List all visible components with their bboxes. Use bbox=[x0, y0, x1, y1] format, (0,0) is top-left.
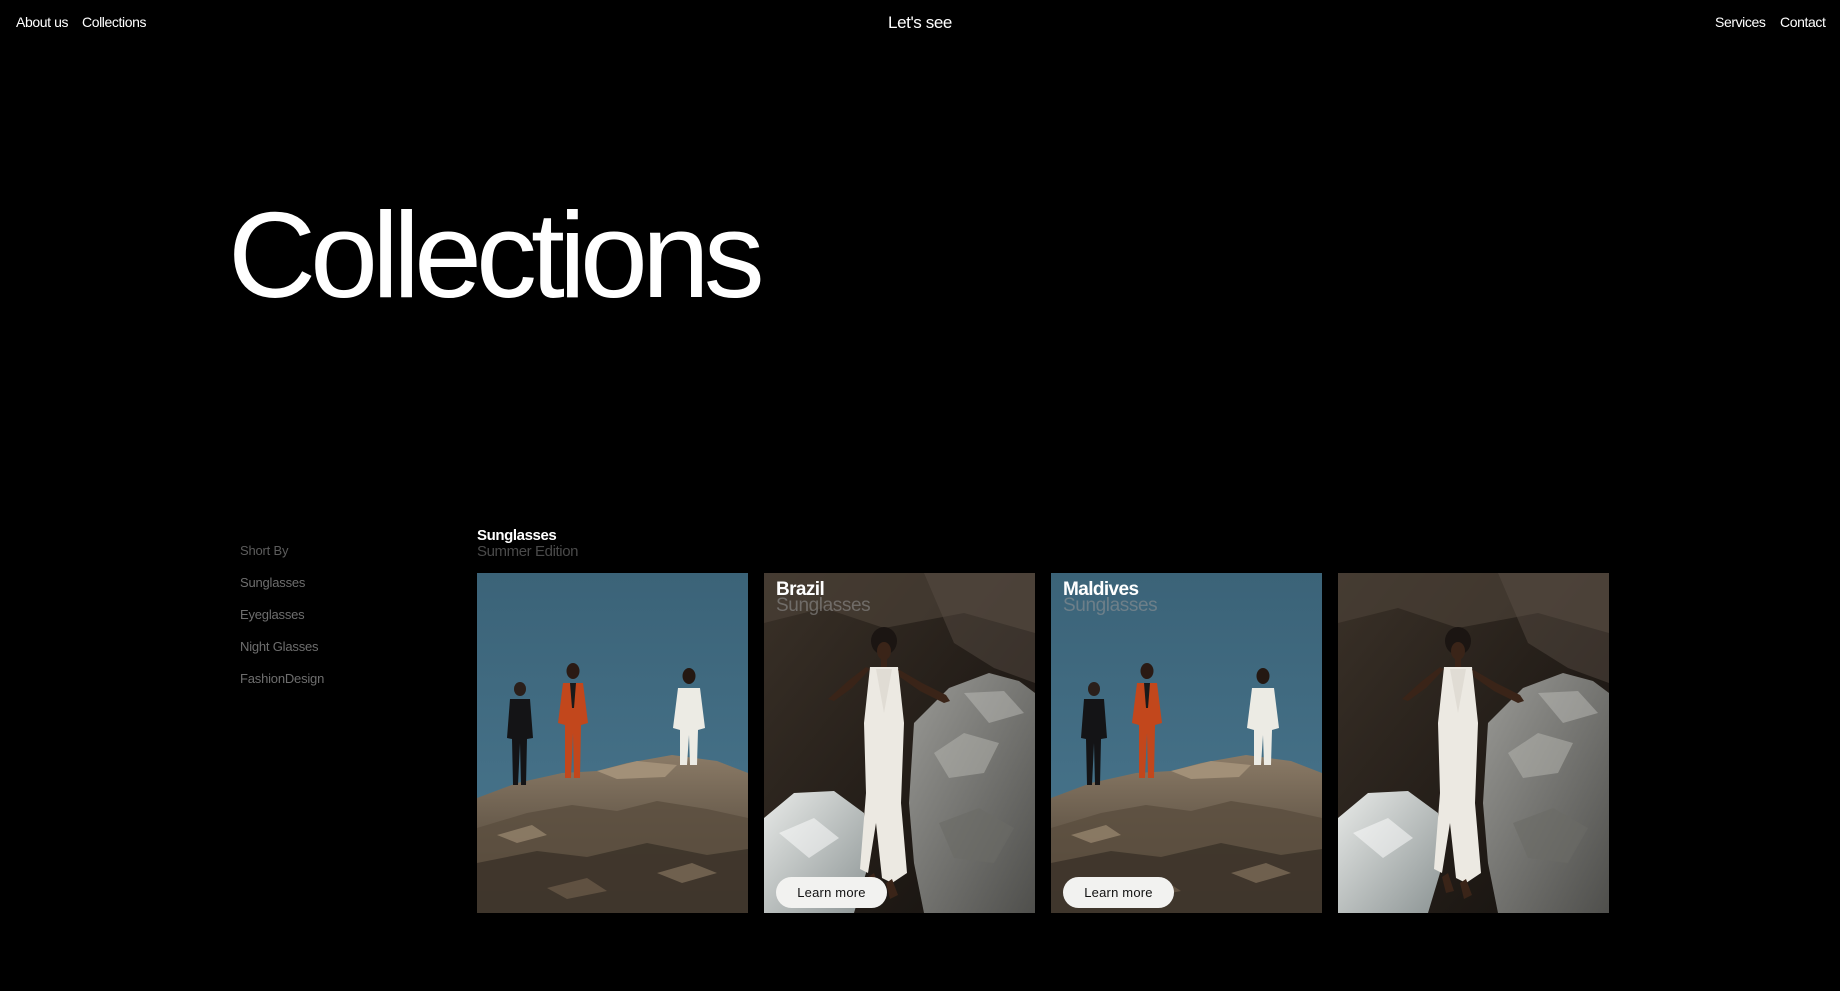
collection-cards: Brazil Sunglasses Learn more Maldives Su… bbox=[477, 573, 1611, 913]
collection-card-brazil[interactable]: Brazil Sunglasses Learn more bbox=[764, 573, 1035, 913]
card-subtitle: Sunglasses bbox=[776, 595, 871, 616]
card-subtitle: Sunglasses bbox=[1063, 595, 1158, 616]
collection-card-maldives[interactable]: Maldives Sunglasses Learn more bbox=[1051, 573, 1322, 913]
collection-card[interactable] bbox=[477, 573, 748, 913]
sort-by-heading: Short By bbox=[240, 543, 289, 558]
brand-logo[interactable]: Let's see bbox=[888, 13, 952, 32]
nav-link-collections[interactable]: Collections bbox=[82, 14, 146, 30]
sidebar-item-sunglasses[interactable]: Sunglasses bbox=[240, 573, 440, 605]
card-photo bbox=[1051, 573, 1322, 913]
page-title: Collections bbox=[228, 187, 765, 323]
nav-link-about[interactable]: About us bbox=[16, 14, 68, 30]
sidebar-item-night-glasses[interactable]: Night Glasses bbox=[240, 637, 440, 669]
sort-sidebar: Short By Sunglasses Eyeglasses Night Gla… bbox=[240, 541, 440, 701]
sidebar-item-fashiondesign[interactable]: FashionDesign bbox=[240, 669, 440, 701]
card-photo bbox=[1338, 573, 1609, 913]
section-subtitle: Summer Edition bbox=[477, 543, 579, 560]
collection-card[interactable] bbox=[1338, 573, 1609, 913]
learn-more-button[interactable]: Learn more bbox=[1063, 877, 1174, 908]
sidebar-item-eyeglasses[interactable]: Eyeglasses bbox=[240, 605, 440, 637]
brand-logo-wrapper: Let's see bbox=[0, 13, 1840, 33]
card-photo bbox=[477, 573, 748, 913]
nav-link-services[interactable]: Services bbox=[1715, 14, 1766, 30]
nav-link-contact[interactable]: Contact bbox=[1780, 14, 1826, 30]
section-title: Sunglasses bbox=[477, 527, 557, 544]
section-heading: Sunglasses Summer Edition bbox=[477, 527, 579, 560]
card-photo bbox=[764, 573, 1035, 913]
top-navigation: About us Collections Let's see Services … bbox=[0, 0, 1840, 48]
learn-more-button[interactable]: Learn more bbox=[776, 877, 887, 908]
